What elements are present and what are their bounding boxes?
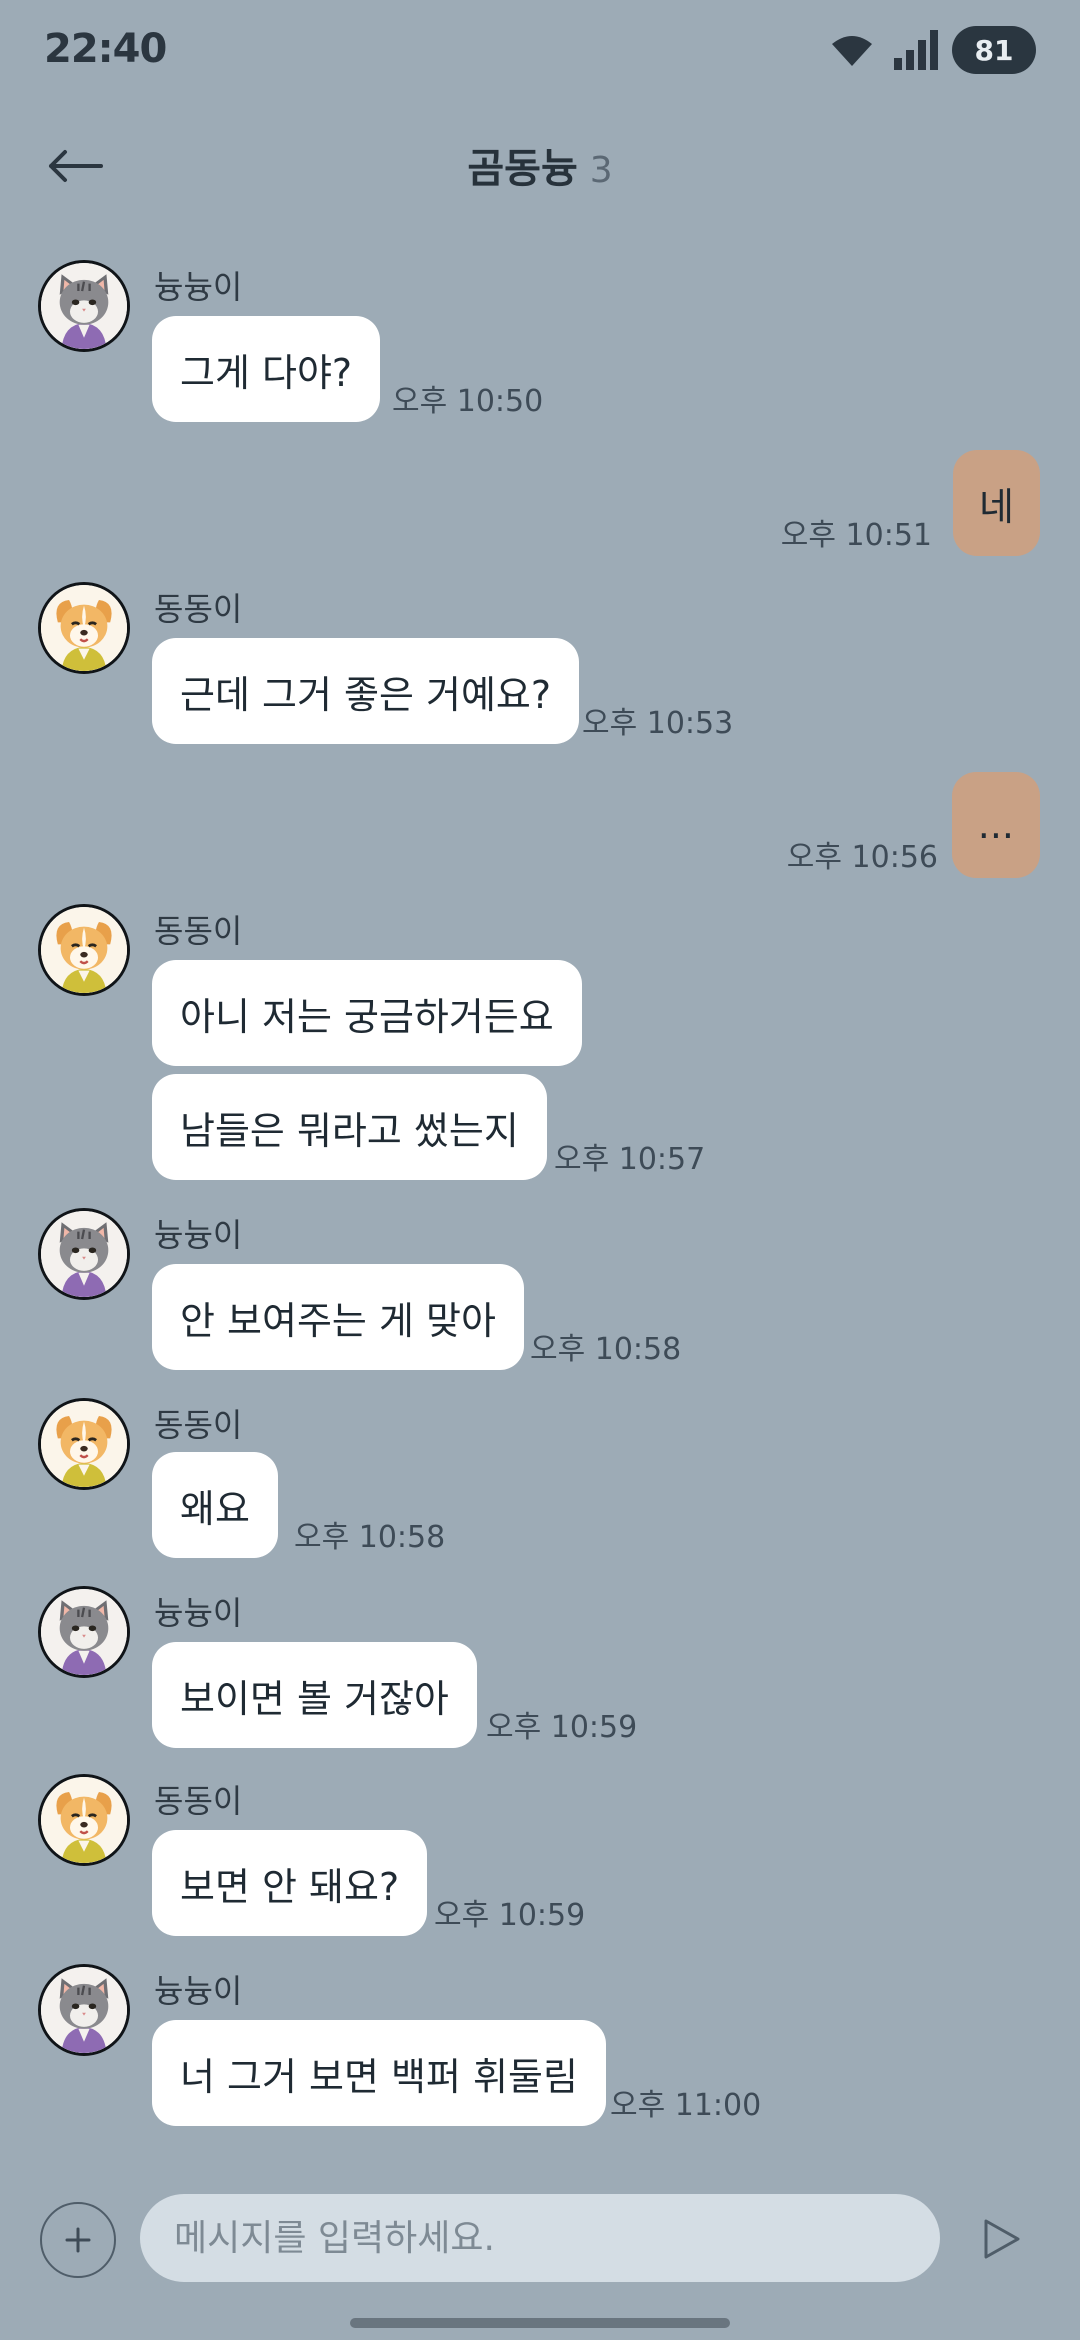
signal-icon [892, 30, 938, 70]
message-bubble[interactable]: 너 그거 보면 백퍼 휘둘림 [152, 2020, 606, 2126]
sender-name: 늉늉이 [154, 1594, 243, 1632]
cat-avatar-icon [41, 1211, 127, 1297]
chat-title: 곰동늉 [467, 146, 578, 192]
avatar[interactable] [38, 1398, 130, 1490]
message-bubble[interactable]: 보면 안 돼요? [152, 1830, 428, 1936]
message-bubble[interactable]: 남들은 뭐라고 썼는지 [152, 1074, 547, 1180]
message-bubble[interactable]: 아니 저는 궁금하거든요 [152, 960, 582, 1066]
plus-icon [65, 2227, 91, 2253]
message-bubble[interactable]: 보이면 볼 거잖아 [152, 1642, 477, 1748]
message-time: 오후 10:58 [530, 1332, 682, 1367]
attach-button[interactable] [40, 2202, 116, 2278]
sender-name: 동동이 [154, 912, 243, 950]
wifi-icon [830, 34, 874, 68]
battery-indicator: 81 [952, 26, 1036, 74]
sender-name: 동동이 [154, 1782, 243, 1820]
message-time: 오후 10:57 [554, 1142, 706, 1177]
message-time: 오후 10:59 [434, 1898, 586, 1933]
status-time: 22:40 [44, 26, 167, 72]
dog-avatar-icon [41, 1401, 127, 1487]
message-bubble[interactable]: 안 보여주는 게 맞아 [152, 1264, 524, 1370]
message-bubble[interactable]: 그게 다야? [152, 316, 381, 422]
message-bubble[interactable]: 근데 그거 좋은 거예요? [152, 638, 580, 744]
message-time: 오후 10:58 [294, 1520, 446, 1555]
sender-name: 늉늉이 [154, 268, 243, 306]
my-message-bubble[interactable]: 네 [953, 450, 1040, 556]
message-time: 오후 10:50 [392, 384, 544, 419]
sender-name: 늉늉이 [154, 1216, 243, 1254]
my-message-bubble[interactable]: ... [951, 772, 1040, 878]
message-composer [0, 2180, 1080, 2300]
avatar[interactable] [38, 260, 130, 352]
dog-avatar-icon [41, 585, 127, 671]
member-count: 3 [589, 150, 613, 191]
dog-avatar-icon [41, 1777, 127, 1863]
message-time: 오후 10:51 [780, 518, 932, 553]
cat-avatar-icon [41, 263, 127, 349]
cat-avatar-icon [41, 1967, 127, 2053]
message-time: 오후 10:53 [582, 706, 734, 741]
send-icon [984, 2219, 1020, 2259]
cat-avatar-icon [41, 1589, 127, 1675]
send-button[interactable] [972, 2206, 1032, 2272]
chat-title-wrap: 곰동늉 3 [0, 136, 1080, 194]
sender-name: 동동이 [154, 1406, 243, 1444]
home-indicator[interactable] [350, 2318, 730, 2328]
avatar[interactable] [38, 1964, 130, 2056]
avatar[interactable] [38, 1774, 130, 1866]
message-time: 오후 10:59 [486, 1710, 638, 1745]
message-input[interactable] [140, 2194, 940, 2282]
dog-avatar-icon [41, 907, 127, 993]
sender-name: 동동이 [154, 590, 243, 628]
avatar[interactable] [38, 1208, 130, 1300]
message-time: 오후 10:56 [786, 840, 938, 875]
status-bar: 22:40 81 [0, 0, 1080, 100]
message-bubble[interactable]: 왜요 [152, 1452, 278, 1558]
chat-header: 곰동늉 3 [0, 110, 1080, 220]
avatar[interactable] [38, 904, 130, 996]
sender-name: 늉늉이 [154, 1972, 243, 2010]
avatar[interactable] [38, 582, 130, 674]
message-time: 오후 11:00 [610, 2088, 762, 2123]
avatar[interactable] [38, 1586, 130, 1678]
